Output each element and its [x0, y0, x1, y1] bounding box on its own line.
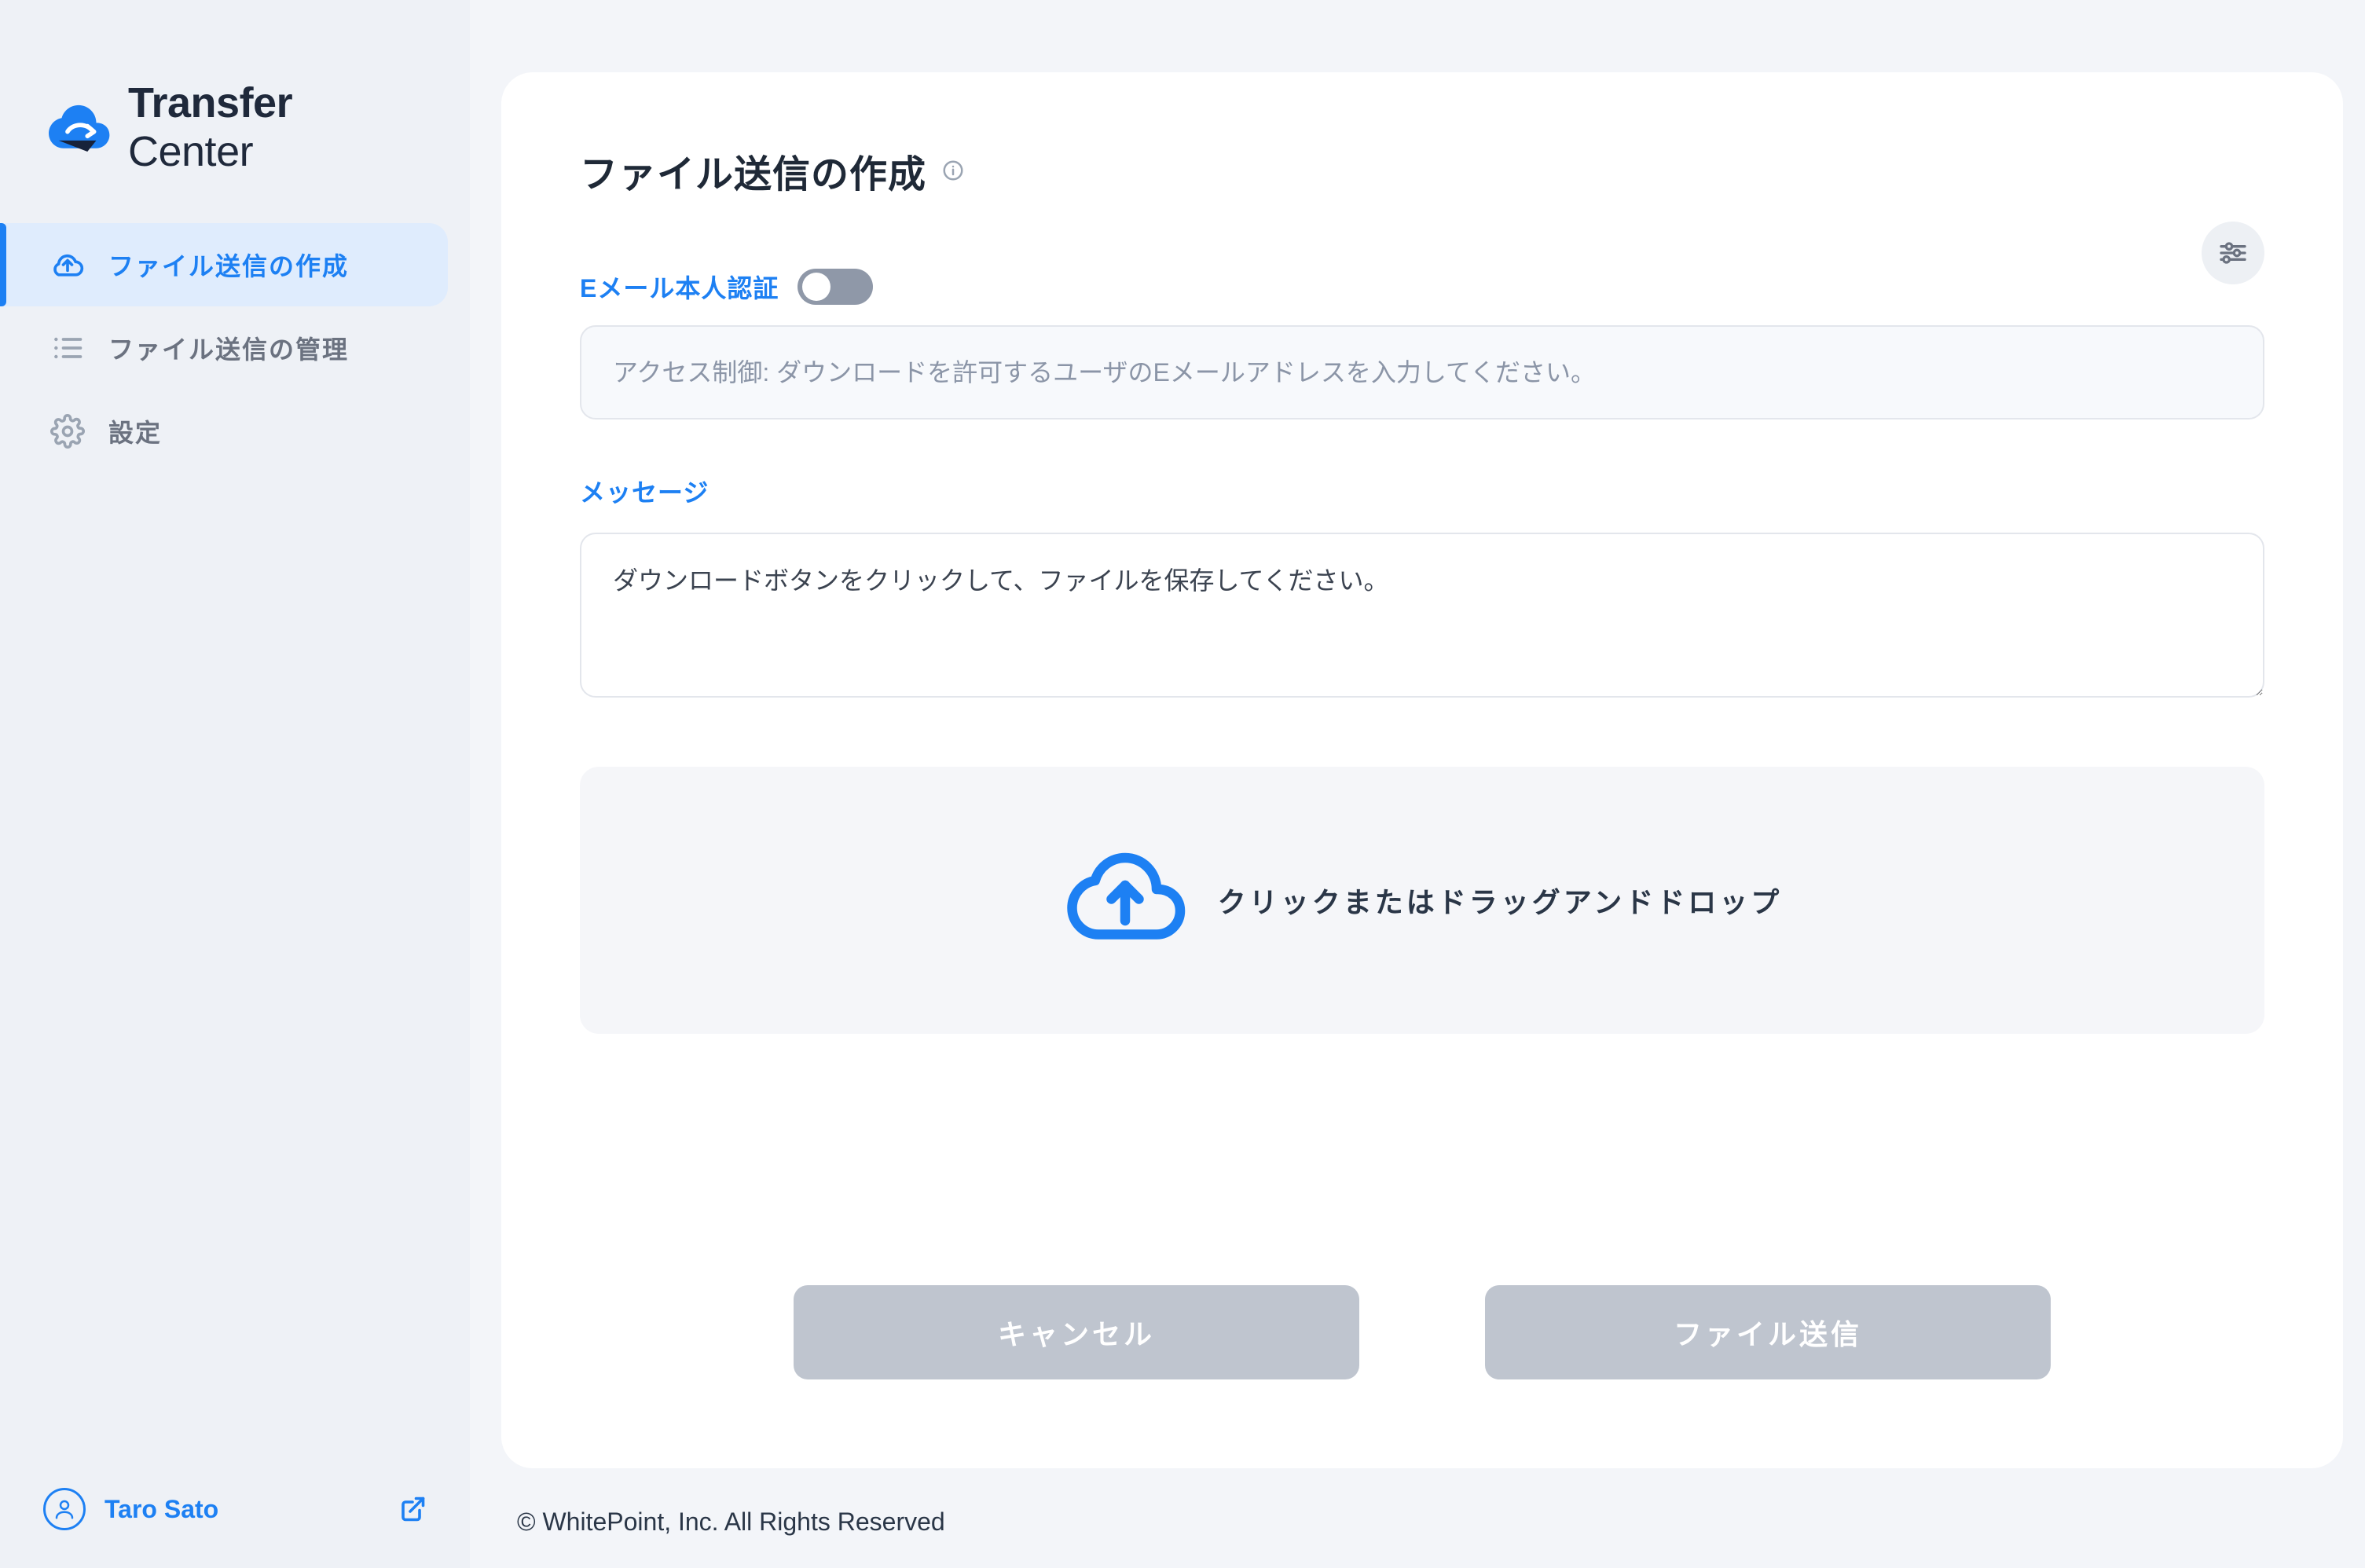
- sidebar-item-create-transfer[interactable]: ファイル送信の作成: [0, 223, 448, 306]
- sidebar-item-label: ファイル送信の作成: [108, 247, 349, 283]
- sidebar-item-manage-transfer[interactable]: ファイル送信の管理: [0, 306, 448, 390]
- email-verify-label: Eメール本人認証: [580, 269, 779, 305]
- brand-text: Transfer Center: [128, 79, 427, 176]
- sidebar-item-label: 設定: [108, 413, 162, 449]
- brand-logo[interactable]: Transfer Center: [0, 0, 470, 223]
- access-control-input[interactable]: [580, 325, 2264, 419]
- filter-settings-button[interactable]: [2202, 222, 2264, 284]
- user-name: Taro Sato: [104, 1495, 218, 1524]
- cloud-upload-large-icon: [1062, 842, 1188, 958]
- cancel-button[interactable]: キャンセル: [794, 1285, 1359, 1379]
- list-icon: [50, 331, 85, 365]
- external-link-button[interactable]: [398, 1495, 427, 1523]
- info-icon[interactable]: [940, 158, 966, 183]
- footer-copyright: © WhitePoint, Inc. All Rights Reserved: [470, 1484, 2365, 1568]
- submit-button[interactable]: ファイル送信: [1485, 1285, 2051, 1379]
- create-transfer-card: ファイル送信の作成: [501, 72, 2343, 1468]
- dropzone-text: クリックまたはドラッグアンドドロップ: [1218, 880, 1783, 921]
- gear-icon: [50, 414, 85, 449]
- file-dropzone[interactable]: クリックまたはドラッグアンドドロップ: [580, 767, 2264, 1034]
- page-title: ファイル送信の作成: [580, 143, 926, 198]
- main: ファイル送信の作成: [470, 0, 2365, 1568]
- sidebar-item-settings[interactable]: 設定: [0, 390, 448, 473]
- cloud-sync-icon: [43, 92, 114, 163]
- email-verify-toggle[interactable]: [798, 269, 873, 305]
- sidebar: Transfer Center ファイル送信の作成: [0, 0, 470, 1568]
- message-textarea[interactable]: [580, 533, 2264, 698]
- sidebar-item-label: ファイル送信の管理: [108, 330, 349, 366]
- sidebar-nav: ファイル送信の作成 ファイル送信の管理: [0, 223, 470, 473]
- user-avatar-icon: [43, 1488, 86, 1530]
- cloud-upload-icon: [50, 247, 85, 282]
- current-user[interactable]: Taro Sato: [43, 1488, 218, 1530]
- message-label: メッセージ: [580, 478, 709, 507]
